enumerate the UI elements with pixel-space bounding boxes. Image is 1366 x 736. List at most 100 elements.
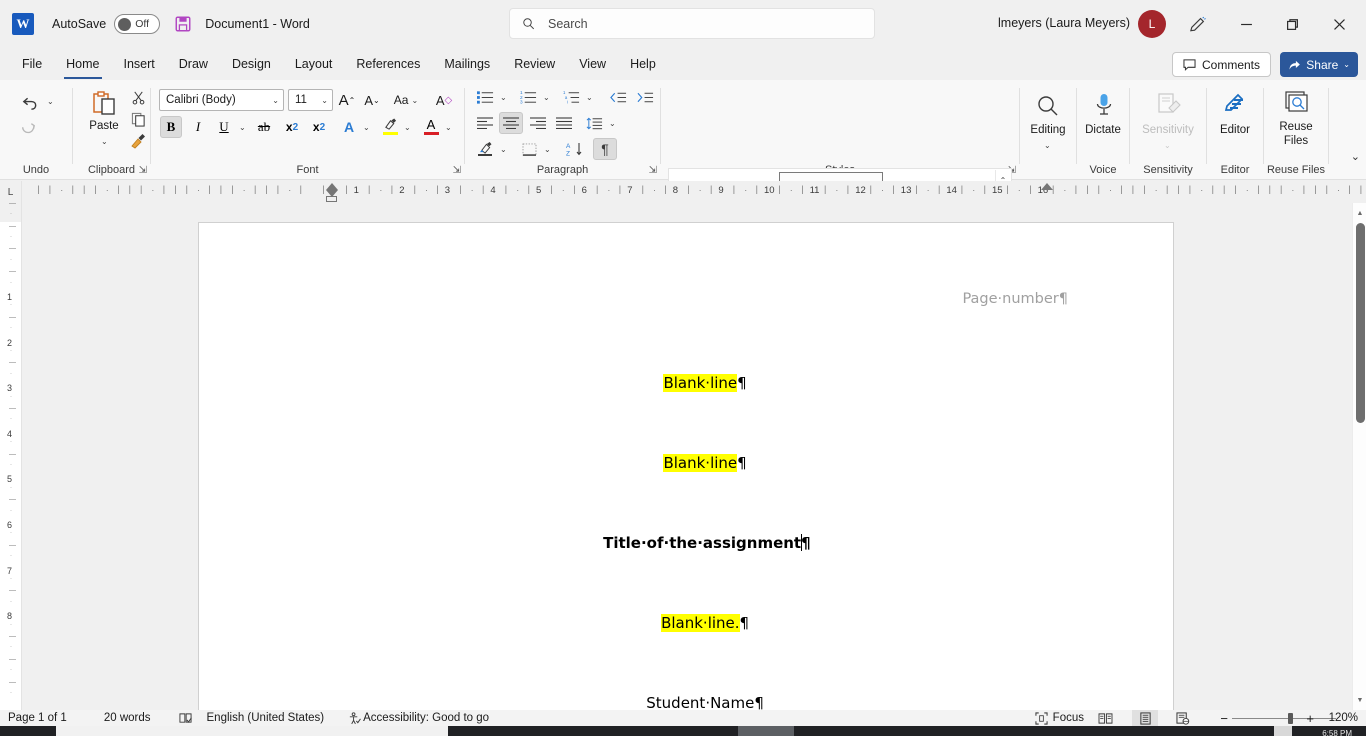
proofing-icon[interactable] xyxy=(178,712,192,725)
sort-button[interactable]: AZ xyxy=(562,138,588,160)
paragraph-dialog-launcher[interactable]: ⇲ xyxy=(649,165,657,176)
line-spacing-button[interactable] xyxy=(582,112,606,134)
tab-layout[interactable]: Layout xyxy=(283,48,345,80)
font-dialog-launcher[interactable]: ⇲ xyxy=(453,165,461,176)
editing-search-icon[interactable] xyxy=(1034,92,1062,120)
decrease-indent-button[interactable] xyxy=(606,87,630,107)
document-line-4[interactable]: Blank·line.¶ xyxy=(199,596,1173,650)
scrollbar-thumb[interactable] xyxy=(1356,223,1365,423)
tab-design[interactable]: Design xyxy=(220,48,283,80)
font-size-combo[interactable]: 11 ⌄ xyxy=(288,89,333,111)
accessibility-status[interactable]: Accessibility: Good to go xyxy=(363,712,489,724)
horizontal-ruler[interactable]: · | | | · | | | · | | | · | | | · | | | · | | | · | | · | | 1 · | | 2 · | | 3 ·… xyxy=(22,181,1366,203)
web-layout-icon[interactable] xyxy=(1170,710,1196,726)
align-right-button[interactable] xyxy=(526,112,550,134)
tab-mailings[interactable]: Mailings xyxy=(432,48,502,80)
editor-pen-icon[interactable] xyxy=(1221,90,1249,118)
undo-button[interactable] xyxy=(14,90,44,114)
close-icon[interactable] xyxy=(1316,0,1362,48)
chevron-down-icon[interactable]: ⌄ xyxy=(1343,60,1350,69)
redo-button[interactable] xyxy=(14,116,44,140)
show-formatting-marks-button[interactable]: ¶ xyxy=(593,138,617,160)
tab-view[interactable]: View xyxy=(567,48,618,80)
focus-button[interactable]: Focus xyxy=(1035,711,1084,725)
tab-draw[interactable]: Draw xyxy=(167,48,220,80)
document-line-1[interactable]: Blank·line¶ xyxy=(199,356,1173,410)
text-effects-button[interactable]: A xyxy=(337,116,361,138)
multilevel-list-button[interactable]: 1ai xyxy=(559,87,583,107)
numbering-button[interactable]: 123 xyxy=(516,87,540,107)
chevron-down-icon[interactable]: ⌄ xyxy=(272,96,279,105)
page-info[interactable]: Page 1 of 1 xyxy=(8,712,67,724)
save-icon[interactable] xyxy=(174,15,192,33)
copy-button[interactable] xyxy=(127,108,149,130)
font-color-dropdown-icon[interactable]: ⌄ xyxy=(445,123,452,132)
justify-button[interactable] xyxy=(552,112,576,134)
document-page[interactable]: Page·number¶ Blank·line¶ Blank·line¶ Tit… xyxy=(198,222,1174,710)
borders-dropdown-icon[interactable]: ⌄ xyxy=(544,145,551,154)
vertical-ruler[interactable]: — · — · — · — · 1 · — · 2 · — · 3 · — · 4 · — · 5 · — · 6 · — · 7 · — · 8 · — ·… xyxy=(0,203,22,710)
multilevel-dropdown-icon[interactable]: ⌄ xyxy=(586,93,593,102)
right-indent-marker[interactable] xyxy=(1041,183,1053,190)
taskbar-tray-item[interactable] xyxy=(1274,726,1292,736)
search-input[interactable]: Search xyxy=(509,8,875,39)
print-layout-icon[interactable] xyxy=(1132,710,1158,726)
comments-button[interactable]: Comments xyxy=(1171,52,1271,77)
zoom-level[interactable]: 120% xyxy=(1329,712,1358,724)
bold-button[interactable]: B xyxy=(160,116,182,138)
avatar[interactable]: L xyxy=(1138,10,1166,38)
bullets-button[interactable] xyxy=(473,87,497,107)
read-mode-icon[interactable] xyxy=(1092,710,1118,726)
vertical-scrollbar[interactable]: ▲ ▼ xyxy=(1352,203,1366,710)
chevron-down-icon[interactable]: ⌄ xyxy=(321,96,328,105)
change-case-button[interactable]: Aa ⌄ xyxy=(389,88,423,112)
shrink-font-button[interactable]: A ⌄ xyxy=(360,88,384,112)
tab-file[interactable]: File xyxy=(10,48,54,80)
undo-dropdown-icon[interactable]: ⌄ xyxy=(47,97,54,106)
document-line-5[interactable]: Student·Name¶ xyxy=(199,676,1173,710)
language-indicator[interactable]: English (United States) xyxy=(207,712,325,724)
italic-button[interactable]: I xyxy=(187,116,209,138)
editing-dropdown-icon[interactable]: ⌄ xyxy=(1044,141,1051,150)
increase-indent-button[interactable] xyxy=(633,87,657,107)
collapse-ribbon-icon[interactable]: ⌄ xyxy=(1351,150,1360,163)
bullets-dropdown-icon[interactable]: ⌄ xyxy=(500,93,507,102)
minimize-icon[interactable] xyxy=(1223,0,1269,48)
subscript-button[interactable]: x2 xyxy=(281,116,303,138)
share-button[interactable]: Share ⌄ xyxy=(1280,52,1358,77)
align-center-button[interactable] xyxy=(499,112,523,134)
clipboard-dialog-launcher[interactable]: ⇲ xyxy=(139,165,147,176)
format-painter-button[interactable] xyxy=(127,130,149,152)
clear-formatting-button[interactable]: A ◇ xyxy=(431,88,457,112)
text-effects-dropdown-icon[interactable]: ⌄ xyxy=(363,123,370,132)
scroll-down-icon[interactable]: ▼ xyxy=(1353,692,1366,708)
word-count[interactable]: 20 words xyxy=(104,712,151,724)
underline-dropdown-icon[interactable]: ⌄ xyxy=(239,123,246,132)
align-left-button[interactable] xyxy=(473,112,497,134)
document-line-2[interactable]: Blank·line¶ xyxy=(199,436,1173,490)
taskbar-window-strip[interactable] xyxy=(56,726,448,736)
paste-button[interactable] xyxy=(83,88,125,120)
zoom-out-button[interactable]: − xyxy=(1220,711,1228,726)
highlight-color-button[interactable] xyxy=(378,114,402,138)
accessibility-icon[interactable] xyxy=(348,711,361,725)
zoom-slider[interactable] xyxy=(1232,711,1336,725)
tab-review[interactable]: Review xyxy=(502,48,567,80)
reuse-files-icon[interactable] xyxy=(1282,88,1312,116)
document-line-3[interactable]: Title·of·the·assignment¶ xyxy=(199,516,1173,570)
highlight-dropdown-icon[interactable]: ⌄ xyxy=(404,123,411,132)
shading-button[interactable] xyxy=(473,138,497,160)
numbering-dropdown-icon[interactable]: ⌄ xyxy=(543,93,550,102)
underline-button[interactable]: U xyxy=(213,116,235,138)
tab-references[interactable]: References xyxy=(344,48,432,80)
paste-dropdown-icon[interactable]: ⌄ xyxy=(101,137,108,146)
document-canvas[interactable]: Page·number¶ Blank·line¶ Blank·line¶ Tit… xyxy=(22,203,1352,710)
grow-font-button[interactable]: A ⌃ xyxy=(335,88,359,112)
left-indent-marker[interactable] xyxy=(326,196,337,202)
scroll-up-icon[interactable]: ▲ xyxy=(1353,205,1366,221)
font-color-button[interactable]: A xyxy=(419,114,443,138)
font-name-combo[interactable]: Calibri (Body) ⌄ xyxy=(159,89,284,111)
line-spacing-dropdown-icon[interactable]: ⌄ xyxy=(609,119,616,128)
zoom-thumb[interactable] xyxy=(1288,712,1293,724)
borders-button[interactable] xyxy=(517,138,541,160)
